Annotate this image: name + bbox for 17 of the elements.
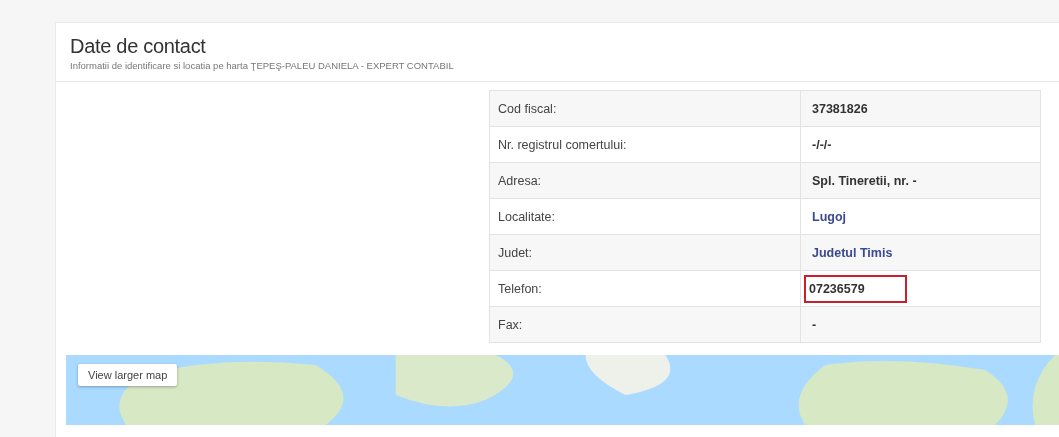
table-value: - [811, 316, 818, 334]
highlighted-value: 07236579 [806, 276, 905, 301]
value-link[interactable]: Lugoj [809, 205, 849, 228]
world-map[interactable] [66, 355, 1059, 425]
table-cell: Cod fiscal: [489, 90, 801, 127]
table-cell: Telefon: [489, 270, 801, 307]
section-title: Date de contact [70, 35, 207, 58]
table-cell: Localitate: [489, 198, 801, 235]
table-cell: Adresa: [489, 162, 801, 199]
table-cell: Judet: [489, 234, 801, 271]
table-value: 37381826 [811, 100, 869, 118]
table-cell: Fax: [489, 306, 801, 343]
view-larger-map-button[interactable]: View larger map [78, 364, 178, 386]
section-subtitle: Informatii de identificare si locatia pe harta ŢEPEŞ-PALEU DANIELA - EXPERT CONTABIL [70, 60, 455, 71]
table-cell: Nr. registrul comertului: [489, 126, 801, 163]
table-value: Spl. Tineretii, nr. - [811, 172, 918, 190]
table-value: -/-/- [811, 136, 833, 154]
